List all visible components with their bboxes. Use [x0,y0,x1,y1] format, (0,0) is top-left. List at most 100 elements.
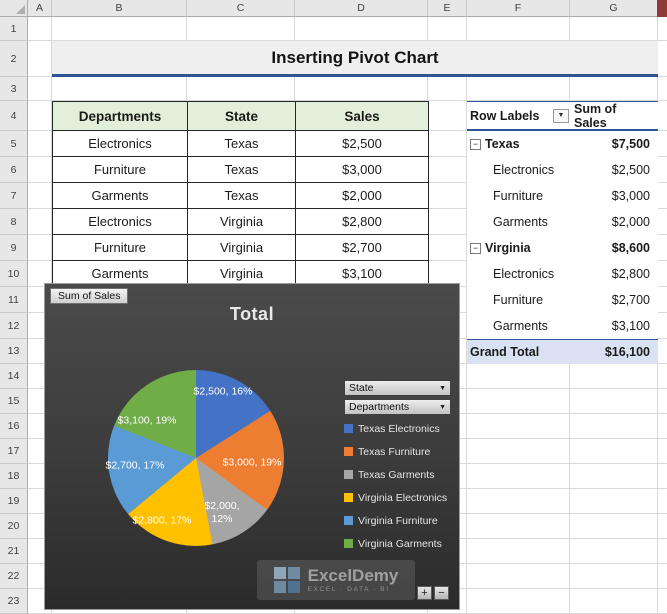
pivot-row-furniture[interactable]: Furniture $3,000 [467,183,658,209]
row-header-4[interactable]: 4 [0,101,28,131]
row-header-15[interactable]: 15 [0,389,28,414]
legend-item[interactable]: Virginia Furniture [344,509,447,532]
data-table-cell[interactable]: Furniture [53,235,188,261]
row-header-23[interactable]: 23 [0,589,28,614]
legend-item[interactable]: Texas Furniture [344,440,447,463]
edge-artifact [657,0,667,17]
column-header-f[interactable]: F [467,0,570,17]
row-labels-filter-button[interactable]: ▼ [553,108,569,123]
row-header-8[interactable]: 8 [0,209,28,235]
pivot-row-electronics[interactable]: Electronics $2,800 [467,261,658,287]
row-header-11[interactable]: 11 [0,287,28,313]
row-header-10[interactable]: 10 [0,261,28,287]
row-header-22[interactable]: 22 [0,564,28,589]
data-table-cell[interactable]: Garments [53,183,188,209]
state-field-button[interactable]: State ▼ [344,380,451,396]
pivot-row-label-cell: Garments [467,209,570,235]
row-header-14[interactable]: 14 [0,364,28,389]
data-table-header-departments[interactable]: Departments [53,102,188,131]
legend-label: Virginia Garments [358,537,442,550]
exceldemy-watermark: ExcelDemy EXCEL · DATA · BI [257,560,415,600]
pivot-table: Row Labels ▼ Sum of Sales − Texas $7,500 Elect… [467,101,658,364]
legend-item[interactable]: Virginia Garments [344,532,447,555]
legend-label: Virginia Electronics [358,491,448,504]
data-table-cell[interactable]: $3,000 [296,157,429,183]
row-header-21[interactable]: 21 [0,539,28,564]
data-table-cell[interactable]: Virginia [188,209,296,235]
legend-swatch [344,470,353,479]
row-header-5[interactable]: 5 [0,131,28,157]
data-table-cell[interactable]: $2,800 [296,209,429,235]
data-table-cell[interactable]: $2,000 [296,183,429,209]
row-header-18[interactable]: 18 [0,464,28,489]
worksheet-title-cell[interactable]: Inserting Pivot Chart [52,41,658,77]
select-all-button[interactable] [0,0,28,17]
data-table-row: Electronics Texas $2,500 [53,131,429,157]
data-table-cell[interactable]: Electronics [53,209,188,235]
departments-field-button[interactable]: Departments ▼ [344,399,451,415]
column-header-d[interactable]: D [295,0,428,17]
row-header-12[interactable]: 12 [0,313,28,339]
pivot-row-label: Furniture [493,189,544,203]
legend-item[interactable]: Texas Garments [344,463,447,486]
pivot-row-grand-total[interactable]: Grand Total $16,100 [467,339,658,364]
chart-title: Total [229,304,275,324]
pivot-row-label: Electronics [493,163,555,177]
zoom-in-button[interactable]: + [417,586,432,600]
field-button-label: State [349,382,374,394]
pivot-row-label-cell: Garments [467,313,570,339]
pivot-row-garments[interactable]: Garments $2,000 [467,209,658,235]
data-table-cell[interactable]: Virginia [188,235,296,261]
legend-swatch [344,539,353,548]
data-table-header-state[interactable]: State [188,102,296,131]
row-header-17[interactable]: 17 [0,439,28,464]
data-table-cell[interactable]: $2,500 [296,131,429,157]
column-header-g[interactable]: G [570,0,658,17]
zoom-out-button[interactable]: − [434,586,449,600]
pivot-row-label-cell: Electronics [467,261,570,287]
row-header-20[interactable]: 20 [0,514,28,539]
data-table-row: Garments Texas $2,000 [53,183,429,209]
legend-label: Texas Furniture [358,445,431,458]
pivot-row-furniture[interactable]: Furniture $2,700 [467,287,658,313]
column-header-e[interactable]: E [428,0,467,17]
row-header-7[interactable]: 7 [0,183,28,209]
pivot-row-texas[interactable]: − Texas $7,500 [467,131,658,157]
pivot-row-electronics[interactable]: Electronics $2,500 [467,157,658,183]
column-header-a[interactable]: A [28,0,52,17]
chevron-down-icon: ▼ [439,403,446,411]
data-table-cell[interactable]: Texas [188,157,296,183]
row-header-3[interactable]: 3 [0,77,28,101]
sum-of-sales-field-button[interactable]: Sum of Sales [50,288,129,304]
data-table-cell[interactable]: Texas [188,131,296,157]
column-header-b[interactable]: B [52,0,187,17]
row-header-6[interactable]: 6 [0,157,28,183]
pivot-row-garments[interactable]: Garments $3,100 [467,313,658,339]
row-header-1[interactable]: 1 [0,17,28,41]
pivot-row-virginia[interactable]: − Virginia $8,600 [467,235,658,261]
column-header-c[interactable]: C [187,0,295,17]
data-table-row: Furniture Virginia $2,700 [53,235,429,261]
collapse-button[interactable]: − [470,138,481,150]
legend-swatch [344,493,353,502]
data-table-row: Electronics Virginia $2,800 [53,209,429,235]
pivot-row-label: Electronics [493,267,555,281]
data-table-header-row: Departments State Sales [53,102,429,131]
legend-item[interactable]: Texas Electronics [344,417,447,440]
row-header-13[interactable]: 13 [0,339,28,364]
row-header-9[interactable]: 9 [0,235,28,261]
row-header-19[interactable]: 19 [0,489,28,514]
data-table-cell[interactable]: Electronics [53,131,188,157]
legend-item[interactable]: Virginia Electronics [344,486,447,509]
pivot-header-row-labels[interactable]: Row Labels ▼ [467,102,570,129]
collapse-button[interactable]: − [470,242,481,254]
data-table-header-sales[interactable]: Sales [296,102,429,131]
row-header-16[interactable]: 16 [0,414,28,439]
pivot-chart[interactable]: Sum of Sales Total $2,500, 16% $3,000, 19… [44,283,460,610]
data-table-cell[interactable]: $2,700 [296,235,429,261]
data-table-cell[interactable]: Texas [188,183,296,209]
row-header-2[interactable]: 2 [0,41,28,77]
data-table-cell[interactable]: Furniture [53,157,188,183]
sheet-body: Inserting Pivot Chart Departments State Sa… [28,17,667,614]
pivot-row-value: $7,500 [611,137,650,151]
